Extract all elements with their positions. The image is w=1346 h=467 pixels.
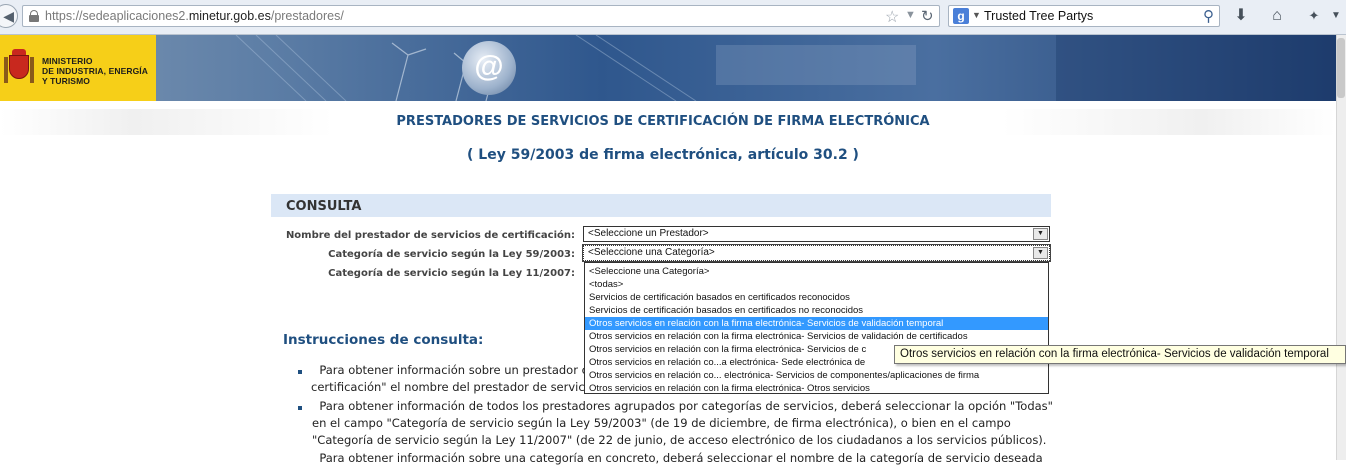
category-59-select[interactable]: <Seleccione una Categoría> ▼ xyxy=(582,244,1051,262)
page-subtitle: ( Ley 59/2003 de firma electrónica, artí… xyxy=(467,147,859,163)
ministry-logo[interactable]: MINISTERIO DE INDUSTRIA, ENERGÍA Y TURIS… xyxy=(0,35,156,101)
url-text: https://sedeaplicaciones2.minetur.gob.es… xyxy=(45,9,344,23)
dropdown-option[interactable]: Otros servicios en relación con la firma… xyxy=(585,317,1048,330)
addon-icon[interactable]: ✦ xyxy=(1302,5,1326,27)
lock-icon xyxy=(29,10,39,22)
chevron-down-icon[interactable]: ▼ xyxy=(1033,247,1048,259)
option-tooltip: Otros servicios en relación con la firma… xyxy=(894,345,1346,364)
dropdown-option[interactable]: Servicios de certificación basados en ce… xyxy=(585,291,1048,304)
provider-label: Nombre del prestador de servicios de cer… xyxy=(285,230,575,241)
scrollbar[interactable] xyxy=(1336,35,1346,460)
dropdown-option[interactable]: Otros servicios en relación con la firma… xyxy=(585,382,1048,395)
instruction-item: Para obtener información sobre una categ… xyxy=(319,451,1043,465)
consulta-label: CONSULTA xyxy=(286,199,362,214)
dropdown-option[interactable]: <Seleccione una Categoría> xyxy=(585,265,1048,278)
category-11-label: Categoría de servicio según la Ley 11/20… xyxy=(328,268,575,279)
bullet-icon xyxy=(298,370,302,374)
search-icon[interactable]: ⚲ xyxy=(1203,7,1214,25)
instruction-item: Para obtener información de todos los pr… xyxy=(312,399,1053,447)
dropdown-option[interactable]: Servicios de certificación basados en ce… xyxy=(585,304,1048,317)
banner-image: @ xyxy=(156,35,1336,101)
scrollbar-thumb[interactable] xyxy=(1337,38,1345,98)
menu-icon[interactable]: ▼ xyxy=(1326,5,1346,27)
instructions-title: Instrucciones de consulta: xyxy=(283,332,484,348)
history-dropdown-icon[interactable]: ▼ xyxy=(905,9,916,21)
search-input[interactable]: Trusted Tree Partys xyxy=(984,9,1093,23)
download-icon[interactable]: ⬇ xyxy=(1229,5,1253,27)
consulta-header xyxy=(271,194,1051,217)
category-59-label: Categoría de servicio según la Ley 59/20… xyxy=(328,249,575,260)
page-title: PRESTADORES DE SERVICIOS DE CERTIFICACIÓ… xyxy=(396,114,930,129)
address-bar[interactable]: https://sedeaplicaciones2.minetur.gob.es… xyxy=(22,5,940,27)
engine-dropdown-icon[interactable]: ▼ xyxy=(972,10,981,20)
category-dropdown-list[interactable]: <Seleccione una Categoría> <todas> Servici… xyxy=(584,262,1049,394)
dropdown-option[interactable]: Otros servicios en relación con la firma… xyxy=(585,330,1048,343)
site-banner: MINISTERIO DE INDUSTRIA, ENERGÍA Y TURIS… xyxy=(0,35,1336,101)
provider-select[interactable]: <Seleccione un Prestador> ▼ xyxy=(583,226,1050,242)
back-icon[interactable]: ◀ xyxy=(0,4,18,28)
dropdown-option[interactable]: <todas> xyxy=(585,278,1048,291)
reload-icon[interactable]: ↻ xyxy=(921,7,934,25)
star-icon[interactable]: ☆ xyxy=(885,7,899,27)
home-icon[interactable]: ⌂ xyxy=(1265,5,1289,27)
search-engine-icon[interactable]: g xyxy=(953,8,969,24)
coat-of-arms-icon xyxy=(4,49,34,87)
at-sign-icon: @ xyxy=(462,41,516,95)
chevron-down-icon[interactable]: ▼ xyxy=(1033,228,1048,240)
dropdown-option[interactable]: Otros servicios en relación co... electr… xyxy=(585,369,1048,382)
ministry-name: MINISTERIO DE INDUSTRIA, ENERGÍA Y TURIS… xyxy=(42,56,148,86)
search-bar[interactable]: g ▼ Trusted Tree Partys ⚲ xyxy=(948,5,1220,27)
browser-toolbar: ◀ https://sedeaplicaciones2.minetur.gob.… xyxy=(0,0,1346,35)
bullet-icon xyxy=(298,406,302,410)
